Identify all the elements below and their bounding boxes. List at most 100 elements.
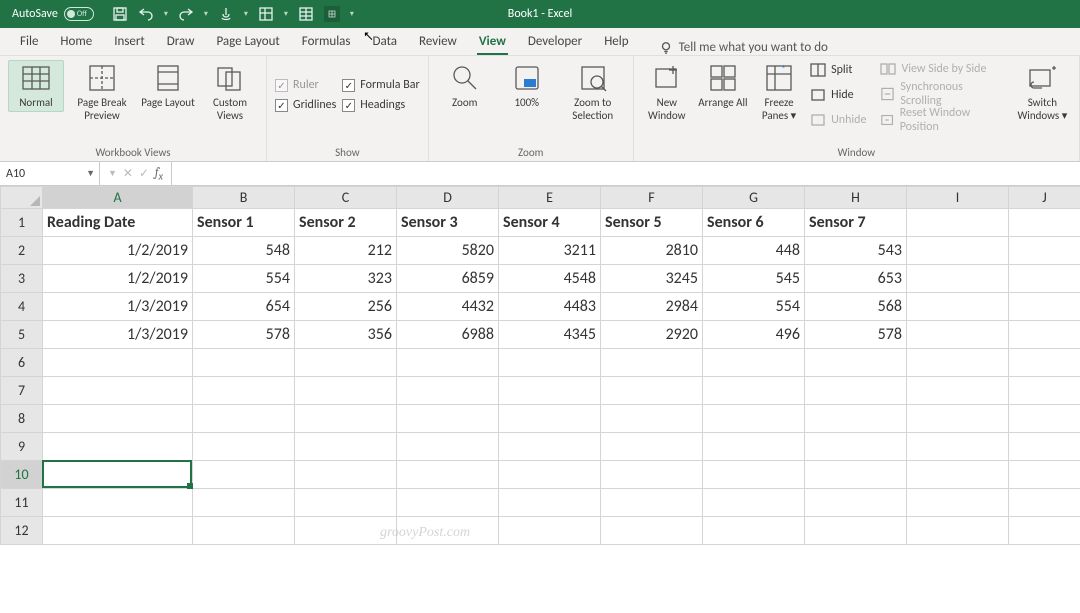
- cell-I10[interactable]: [907, 461, 1009, 489]
- cell-J7[interactable]: [1009, 377, 1080, 405]
- zoom-button[interactable]: Zoom: [437, 60, 493, 112]
- cell-D5[interactable]: 6988: [397, 321, 499, 349]
- cell-C10[interactable]: [295, 461, 397, 489]
- cell-C1[interactable]: Sensor 2: [295, 209, 397, 237]
- cell-H6[interactable]: [805, 349, 907, 377]
- tell-me-search[interactable]: Tell me what you want to do: [659, 40, 828, 55]
- cell-E7[interactable]: [499, 377, 601, 405]
- switch-windows-button[interactable]: Switch Windows ▾: [1014, 60, 1071, 124]
- cell-C11[interactable]: [295, 489, 397, 517]
- autosave-toggle[interactable]: AutoSave Off: [6, 7, 100, 21]
- cell-E6[interactable]: [499, 349, 601, 377]
- cell-C4[interactable]: 256: [295, 293, 397, 321]
- tab-developer[interactable]: Developer: [526, 34, 584, 55]
- cell-F10[interactable]: [601, 461, 703, 489]
- save-icon[interactable]: [112, 6, 128, 22]
- cell-A1[interactable]: Reading Date: [43, 209, 193, 237]
- cell-G3[interactable]: 545: [703, 265, 805, 293]
- cell-J10[interactable]: [1009, 461, 1080, 489]
- row-header-5[interactable]: 5: [1, 321, 43, 349]
- tab-draw[interactable]: Draw: [165, 34, 197, 55]
- insert-function-button[interactable]: fx: [155, 165, 163, 182]
- cell-A9[interactable]: [43, 433, 193, 461]
- cell-D11[interactable]: [397, 489, 499, 517]
- cell-G6[interactable]: [703, 349, 805, 377]
- cell-B12[interactable]: [193, 517, 295, 545]
- cell-F9[interactable]: [601, 433, 703, 461]
- sync-scroll-button[interactable]: Synchronous Scrolling: [880, 84, 999, 104]
- cell-I6[interactable]: [907, 349, 1009, 377]
- cell-E1[interactable]: Sensor 4: [499, 209, 601, 237]
- tab-home[interactable]: Home: [58, 34, 94, 55]
- cell-A11[interactable]: [43, 489, 193, 517]
- cell-J5[interactable]: [1009, 321, 1080, 349]
- column-header-I[interactable]: I: [907, 187, 1009, 209]
- row-header-3[interactable]: 3: [1, 265, 43, 293]
- cell-C8[interactable]: [295, 405, 397, 433]
- column-header-H[interactable]: H: [805, 187, 907, 209]
- chevron-down-icon[interactable]: ▼: [86, 168, 95, 179]
- zoom-100-button[interactable]: 100%: [499, 60, 555, 112]
- cell-H12[interactable]: [805, 517, 907, 545]
- cell-I9[interactable]: [907, 433, 1009, 461]
- cell-E12[interactable]: [499, 517, 601, 545]
- cell-B6[interactable]: [193, 349, 295, 377]
- cell-E9[interactable]: [499, 433, 601, 461]
- row-header-6[interactable]: 6: [1, 349, 43, 377]
- namebox-chevron-icon[interactable]: ▼: [108, 168, 117, 179]
- cell-G9[interactable]: [703, 433, 805, 461]
- split-button[interactable]: Split: [810, 60, 866, 79]
- cell-H10[interactable]: [805, 461, 907, 489]
- cell-E5[interactable]: 4345: [499, 321, 601, 349]
- cell-G10[interactable]: [703, 461, 805, 489]
- cell-B5[interactable]: 578: [193, 321, 295, 349]
- column-header-E[interactable]: E: [499, 187, 601, 209]
- cell-H4[interactable]: 568: [805, 293, 907, 321]
- row-header-1[interactable]: 1: [1, 209, 43, 237]
- cell-D7[interactable]: [397, 377, 499, 405]
- cell-A10[interactable]: [43, 461, 193, 489]
- column-header-F[interactable]: F: [601, 187, 703, 209]
- cell-H9[interactable]: [805, 433, 907, 461]
- row-header-12[interactable]: 12: [1, 517, 43, 545]
- tab-review[interactable]: Review: [417, 34, 459, 55]
- cell-J1[interactable]: [1009, 209, 1080, 237]
- cell-A3[interactable]: 1/2/2019: [43, 265, 193, 293]
- view-side-by-side-button[interactable]: View Side by Side: [880, 60, 999, 78]
- cell-B8[interactable]: [193, 405, 295, 433]
- cell-F8[interactable]: [601, 405, 703, 433]
- cell-F4[interactable]: 2984: [601, 293, 703, 321]
- cell-B3[interactable]: 554: [193, 265, 295, 293]
- cell-I4[interactable]: [907, 293, 1009, 321]
- cell-F1[interactable]: Sensor 5: [601, 209, 703, 237]
- cell-H7[interactable]: [805, 377, 907, 405]
- cell-F11[interactable]: [601, 489, 703, 517]
- column-header-D[interactable]: D: [397, 187, 499, 209]
- tab-page-layout[interactable]: Page Layout: [214, 34, 281, 55]
- autosave-switch[interactable]: Off: [64, 7, 94, 21]
- cell-B9[interactable]: [193, 433, 295, 461]
- cell-I8[interactable]: [907, 405, 1009, 433]
- row-header-10[interactable]: 10: [1, 461, 43, 489]
- cell-J9[interactable]: [1009, 433, 1080, 461]
- grid-icon[interactable]: [324, 6, 340, 22]
- row-header-2[interactable]: 2: [1, 237, 43, 265]
- custom-views-button[interactable]: Custom Views: [202, 60, 258, 124]
- cell-A6[interactable]: [43, 349, 193, 377]
- cell-E3[interactable]: 4548: [499, 265, 601, 293]
- cell-G4[interactable]: 554: [703, 293, 805, 321]
- cell-H8[interactable]: [805, 405, 907, 433]
- cell-I7[interactable]: [907, 377, 1009, 405]
- tab-data[interactable]: Data: [371, 34, 400, 55]
- cell-I1[interactable]: [907, 209, 1009, 237]
- cell-E2[interactable]: 3211: [499, 237, 601, 265]
- cell-I12[interactable]: [907, 517, 1009, 545]
- column-header-B[interactable]: B: [193, 187, 295, 209]
- cell-D4[interactable]: 4432: [397, 293, 499, 321]
- cell-B1[interactable]: Sensor 1: [193, 209, 295, 237]
- row-header-8[interactable]: 8: [1, 405, 43, 433]
- cell-A4[interactable]: 1/3/2019: [43, 293, 193, 321]
- cell-E11[interactable]: [499, 489, 601, 517]
- cell-G5[interactable]: 496: [703, 321, 805, 349]
- cell-J3[interactable]: [1009, 265, 1080, 293]
